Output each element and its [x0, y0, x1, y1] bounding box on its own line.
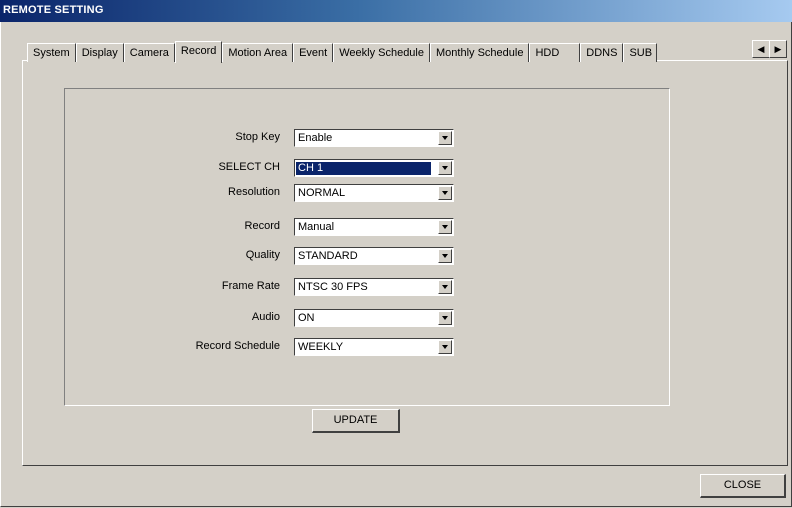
tab-weekly-schedule[interactable]: Weekly Schedule	[333, 43, 430, 62]
select-ch-value: CH 1	[295, 161, 432, 176]
select-ch-label: SELECT CH	[218, 161, 280, 173]
close-button[interactable]: CLOSE	[700, 474, 786, 498]
record-schedule-label: Record Schedule	[195, 340, 280, 352]
title-bar: REMOTE SETTING	[0, 0, 792, 22]
stop-key-value: Enable	[298, 132, 333, 144]
resolution-label: Resolution	[228, 186, 280, 198]
left-arrow-icon: ◀	[757, 44, 765, 54]
tab-motion-area[interactable]: Motion Area	[222, 43, 294, 62]
record-value: Manual	[298, 221, 335, 233]
quality-select[interactable]: STANDARD	[294, 247, 454, 265]
chevron-down-icon[interactable]	[438, 161, 452, 175]
audio-label: Audio	[251, 311, 280, 323]
chevron-down-icon[interactable]	[438, 280, 452, 294]
right-arrow-icon: ▶	[774, 44, 782, 54]
chevron-down-icon[interactable]	[438, 220, 452, 234]
tab-display[interactable]: Display	[75, 43, 124, 62]
frame-rate-value: NTSC 30 FPS	[298, 281, 368, 293]
tab-ddns[interactable]: DDNS	[580, 43, 624, 62]
tab-hdd[interactable]: HDD	[529, 43, 581, 62]
record-select[interactable]: Manual	[294, 218, 454, 236]
tab-scroll-left-button[interactable]: ◀	[752, 40, 770, 58]
resolution-value: NORMAL	[298, 187, 346, 199]
chevron-down-icon[interactable]	[438, 249, 452, 263]
resolution-select[interactable]: NORMAL	[294, 184, 454, 202]
quality-label: Quality	[245, 249, 280, 261]
window-title: REMOTE SETTING	[3, 4, 104, 16]
tab-camera[interactable]: Camera	[123, 43, 175, 62]
tab-event[interactable]: Event	[293, 43, 334, 62]
tab-monthly-schedule[interactable]: Monthly Schedule	[430, 43, 530, 62]
stop-key-select[interactable]: Enable	[294, 129, 454, 147]
select-ch-select[interactable]: CH 1	[294, 159, 454, 177]
tab-record[interactable]: Record	[174, 41, 223, 63]
quality-value: STANDARD	[298, 250, 358, 262]
tab-strip: System Display Camera Record Motion Area…	[27, 41, 658, 63]
record-schedule-select[interactable]: WEEKLY	[294, 338, 454, 356]
chevron-down-icon[interactable]	[438, 311, 452, 325]
record-schedule-value: WEEKLY	[298, 341, 344, 353]
record-label: Record	[244, 220, 280, 232]
chevron-down-icon[interactable]	[438, 340, 452, 354]
tab-sub[interactable]: SUB	[623, 43, 658, 62]
frame-rate-label: Frame Rate	[221, 280, 280, 292]
chevron-down-icon[interactable]	[438, 186, 452, 200]
update-button[interactable]: UPDATE	[312, 409, 400, 433]
frame-rate-select[interactable]: NTSC 30 FPS	[294, 278, 454, 296]
tab-system[interactable]: System	[27, 43, 76, 62]
audio-value: ON	[298, 312, 315, 324]
chevron-down-icon[interactable]	[438, 131, 452, 145]
audio-select[interactable]: ON	[294, 309, 454, 327]
stop-key-label: Stop Key	[235, 131, 280, 143]
tab-scroll-right-button[interactable]: ▶	[769, 40, 787, 58]
